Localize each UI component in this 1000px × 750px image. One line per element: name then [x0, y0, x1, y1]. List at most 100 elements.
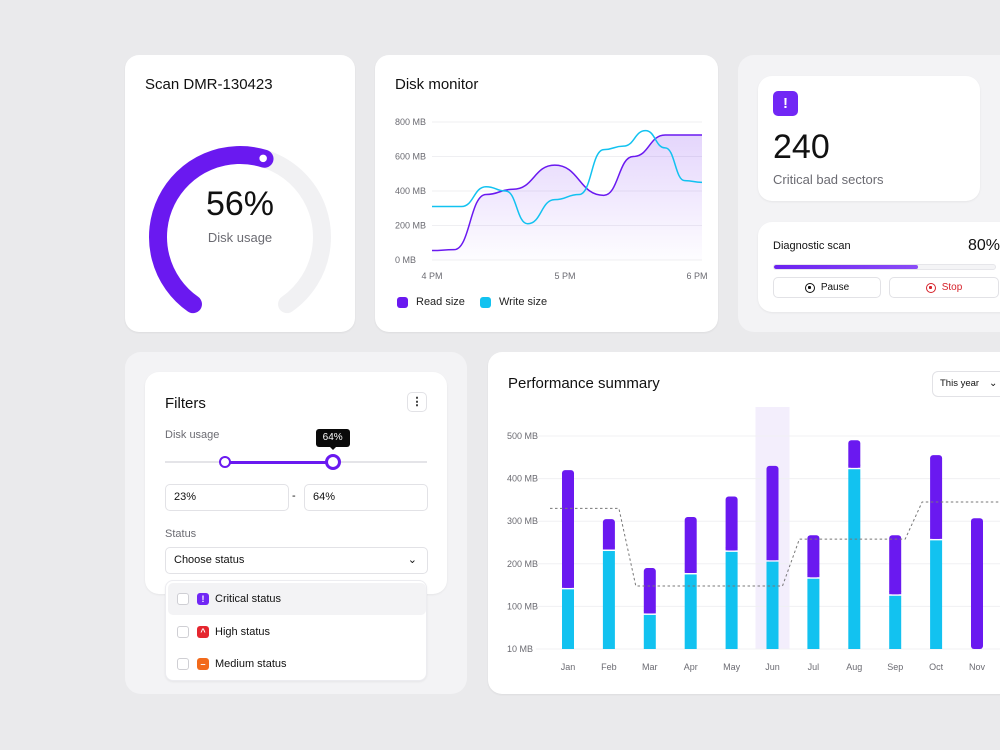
x-tick-label: Jan	[561, 662, 576, 672]
diagnostic-scan-title: Diagnostic scan	[773, 240, 851, 252]
bar-read-jun[interactable]	[766, 465, 779, 561]
diagnostic-progress-fill	[774, 265, 918, 269]
bar-read-oct[interactable]	[930, 455, 943, 539]
legend-read-swatch	[397, 296, 408, 308]
bar-write-jul[interactable]	[807, 578, 820, 649]
disk-monitor-card: Disk monitor 0 MB 200 MB 400 MB 600 MB 800 M…	[375, 55, 718, 332]
bar-read-apr[interactable]	[684, 516, 697, 573]
option-label: High status	[215, 626, 271, 638]
pause-icon	[804, 282, 815, 293]
y-tick-label: 0 MB	[395, 255, 416, 265]
legend-write: Write size	[480, 296, 547, 308]
gauge-value: 56%	[205, 185, 275, 223]
bar-write-oct[interactable]	[930, 540, 943, 649]
bar-read-base	[807, 574, 820, 578]
y-tick-label: 600 MB	[395, 152, 426, 162]
x-tick-label: 5 PM	[554, 271, 575, 281]
stop-icon	[925, 282, 936, 293]
bar-read-base	[684, 569, 697, 573]
more-icon: ⋮	[411, 395, 423, 408]
max-usage-input[interactable]: 64%	[304, 484, 428, 511]
more-options-button[interactable]: ⋮	[407, 392, 427, 412]
bar-write-mar[interactable]	[643, 614, 656, 649]
bar-read-sep[interactable]	[889, 535, 902, 595]
x-tick-label: Mar	[642, 662, 658, 672]
bar-write-jun[interactable]	[766, 561, 779, 649]
slider-tooltip: 64%	[315, 429, 350, 450]
checkbox[interactable]	[177, 626, 189, 638]
disk-usage-label: Disk usage	[165, 429, 220, 441]
status-option-critical[interactable]: ! Critical status	[168, 583, 426, 615]
pause-button[interactable]: Pause	[773, 277, 881, 298]
bar-read-nov[interactable]	[971, 518, 983, 649]
bar-read-mar[interactable]	[643, 568, 656, 614]
min-usage-input[interactable]: 23%	[165, 484, 289, 511]
y-tick-label: 300 MB	[507, 516, 538, 526]
bar-read-may[interactable]	[725, 496, 738, 551]
status-dropdown: ! Critical status ^ High status – Medium…	[165, 580, 427, 681]
y-tick-label: 10 MB	[507, 644, 533, 654]
bar-write-feb[interactable]	[602, 551, 615, 649]
range-slider-min-handle[interactable]	[219, 456, 232, 468]
bar-write-aug[interactable]	[848, 469, 861, 649]
chevron-down-icon: ⌄	[407, 554, 417, 566]
bad-sectors-count: 240	[773, 128, 830, 166]
y-tick-label: 100 MB	[507, 601, 538, 611]
range-slider-max-handle[interactable]	[324, 454, 341, 470]
filters-title: Filters	[165, 395, 206, 412]
y-tick-label: 800 MB	[395, 117, 426, 127]
bar-read-base	[889, 591, 902, 595]
bar-write-may[interactable]	[725, 551, 738, 649]
bad-sectors-label: Critical bad sectors	[773, 172, 884, 187]
x-tick-label: Oct	[929, 662, 944, 672]
disk-monitor-chart: 0 MB 200 MB 400 MB 600 MB 800 MB 4 PM 5 PM 6 P…	[395, 117, 708, 281]
bar-read-jul[interactable]	[807, 535, 820, 578]
diagnostic-progress-bar	[773, 264, 996, 270]
bar-read-aug[interactable]	[848, 440, 861, 468]
y-tick-label: 400 MB	[507, 474, 538, 484]
legend-write-swatch	[480, 296, 491, 308]
status-select[interactable]: Choose status ⌄	[165, 547, 428, 574]
status-label: Status	[165, 528, 197, 540]
bar-read-base	[725, 547, 738, 551]
stop-button[interactable]: Stop	[889, 277, 999, 298]
bar-write-sep[interactable]	[889, 595, 902, 649]
option-label: Medium status	[215, 658, 287, 670]
diagnostic-scan-percent: 80%	[968, 237, 1000, 254]
range-slider-selection	[225, 461, 333, 464]
y-tick-label: 400 MB	[395, 186, 426, 196]
status-option-medium[interactable]: – Medium status	[168, 648, 426, 680]
critical-icon: !	[197, 593, 209, 605]
high-priority-icon: ^	[197, 626, 209, 638]
x-tick-label: Feb	[601, 662, 617, 672]
checkbox[interactable]	[177, 593, 189, 605]
x-tick-label: 4 PM	[421, 271, 442, 281]
performance-chart: 10 MB 100 MB 200 MB 300 MB 400 MB 500 MB Jan F…	[507, 407, 1000, 672]
bar-write-jan[interactable]	[562, 589, 574, 649]
gauge-label: Disk usage	[207, 230, 273, 245]
bar-read-base	[766, 557, 779, 561]
x-tick-label: May	[723, 662, 741, 672]
bar-read-base	[930, 535, 943, 539]
x-tick-label: Aug	[846, 662, 862, 672]
pause-label: Pause	[820, 282, 850, 293]
x-tick-label: Jun	[765, 662, 780, 672]
gauge-knob	[256, 152, 270, 165]
bar-read-base	[848, 464, 861, 468]
filters-card: Filters ⋮ Disk usage 64% 23% - 64% Statu…	[145, 372, 447, 594]
performance-card: Performance summary This year ⌄ 10 MB 100…	[488, 352, 1000, 694]
bar-read-jan[interactable]	[562, 470, 574, 588]
alert-icon: !	[773, 91, 798, 116]
bad-sectors-card: ! 240 Critical bad sectors	[758, 76, 980, 201]
x-tick-label: 6 PM	[686, 271, 707, 281]
x-tick-label: Apr	[684, 662, 698, 672]
bar-read-feb[interactable]	[602, 519, 615, 550]
checkbox[interactable]	[177, 658, 189, 670]
medium-priority-icon: –	[197, 658, 209, 670]
option-label: Critical status	[215, 593, 282, 605]
x-tick-label: Sep	[887, 662, 903, 672]
range-separator: -	[292, 490, 296, 502]
status-option-high[interactable]: ^ High status	[168, 616, 426, 648]
legend-write-label: Write size	[499, 296, 548, 308]
bar-read-base	[562, 584, 574, 588]
